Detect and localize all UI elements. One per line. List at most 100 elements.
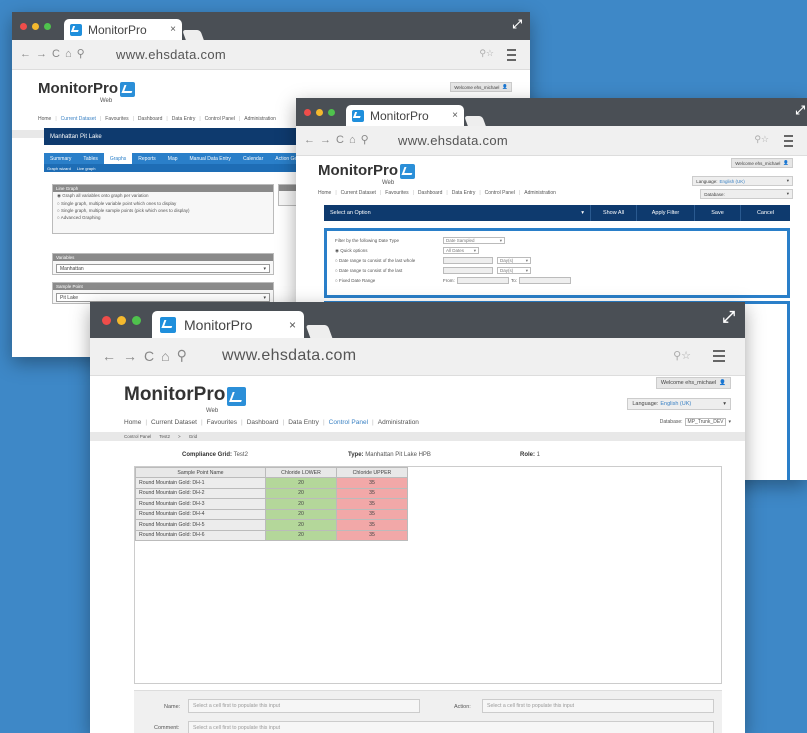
sublink-live-graph[interactable]: Live graph [77, 166, 96, 171]
maximize-window-button[interactable] [44, 22, 51, 30]
new-tab-button[interactable] [464, 116, 486, 126]
minimize-window-button[interactable] [117, 315, 126, 325]
from-input[interactable] [457, 277, 509, 284]
upper-cell[interactable]: 35 [336, 508, 408, 520]
browser-tab[interactable]: MonitorPro × [64, 19, 182, 40]
lower-cell[interactable]: 20 [265, 508, 337, 520]
nav-current-dataset[interactable]: Current Dataset [341, 190, 376, 196]
forward-arrow-icon[interactable]: → [123, 348, 137, 364]
close-window-button[interactable] [102, 315, 111, 325]
back-arrow-icon[interactable]: ← [102, 348, 116, 364]
sample-point-cell[interactable]: Round Mountain Gold: DH-1 [135, 477, 266, 489]
welcome-user[interactable]: Welcome ehs_michael 👤 [655, 377, 731, 389]
variables-select[interactable]: Manhattan ▾ [56, 264, 270, 273]
close-tab-icon[interactable]: × [289, 318, 296, 332]
graph-option-1[interactable]: ◉ Graph all variables onto graph per var… [53, 192, 273, 200]
hamburger-menu-icon[interactable] [713, 350, 725, 365]
tab-manual-data-entry[interactable]: Manual Data Entry [184, 153, 237, 164]
minimize-window-button[interactable] [316, 108, 323, 116]
to-input[interactable] [519, 277, 571, 284]
new-tab-button[interactable] [305, 325, 333, 338]
nav-dashboard[interactable]: Dashboard [138, 116, 162, 122]
url-text[interactable]: www.ehsdata.com [398, 133, 508, 148]
brand-logo[interactable]: MonitorPro Web [318, 162, 415, 186]
quick-options-select[interactable]: All Dates ▾ [443, 247, 479, 254]
nav-control-panel[interactable]: Control Panel [329, 419, 368, 426]
tab-summary[interactable]: Summary [44, 153, 77, 164]
sample-point-cell[interactable]: Round Mountain Gold: DH-3 [135, 498, 266, 510]
tab-tables[interactable]: Tables [77, 153, 103, 164]
nav-current-dataset[interactable]: Current Dataset [151, 419, 197, 426]
home-icon[interactable]: ⌂ [161, 348, 169, 364]
nav-favourites[interactable]: Favourites [207, 419, 237, 426]
last-input[interactable] [443, 267, 493, 274]
reload-icon[interactable]: C [144, 348, 154, 364]
home-icon[interactable]: ⌂ [65, 48, 72, 60]
nav-administration[interactable]: Administration [244, 116, 276, 122]
crumb-control-panel[interactable]: Control Panel [124, 434, 151, 439]
save-button[interactable]: Save [694, 205, 740, 221]
comment-input[interactable]: Select a cell first to populate this inp… [188, 721, 714, 733]
last-whole-radio[interactable]: ○ Date range to consist of the last whol… [335, 258, 415, 263]
expand-icon[interactable]: ⤢ [512, 17, 522, 32]
expand-icon[interactable]: ⤢ [722, 309, 735, 327]
nav-data-entry[interactable]: Data Entry [288, 419, 319, 426]
nav-home[interactable]: Home [318, 190, 331, 196]
lower-cell[interactable]: 20 [265, 498, 337, 510]
lower-cell[interactable]: 20 [265, 487, 337, 499]
date-type-select[interactable]: Date Sampled ▾ [443, 237, 505, 244]
sample-point-cell[interactable]: Round Mountain Gold: DH-6 [135, 529, 266, 541]
zoom-star-icon[interactable]: ⚲☆ [673, 349, 691, 362]
url-text[interactable]: www.ehsdata.com [222, 347, 356, 365]
show-all-button[interactable]: Show All [590, 205, 636, 221]
brand-logo[interactable]: MonitorPro Web [124, 384, 247, 414]
nav-home[interactable]: Home [124, 419, 141, 426]
nav-current-dataset[interactable]: Current Dataset [61, 116, 96, 122]
reload-icon[interactable]: C [336, 134, 344, 146]
last-unit-select[interactable]: Day(s) ▾ [497, 267, 531, 274]
name-input[interactable]: Select a cell first to populate this inp… [188, 699, 420, 713]
sample-point-cell[interactable]: Round Mountain Gold: DH-5 [135, 519, 266, 531]
apply-filter-button[interactable]: Apply Filter [636, 205, 694, 221]
sample-point-cell[interactable]: Round Mountain Gold: DH-2 [135, 487, 266, 499]
nav-favourites[interactable]: Favourites [385, 190, 408, 196]
brand-logo[interactable]: MonitorPro Web [38, 80, 135, 104]
last-whole-unit-select[interactable]: Day(s) ▾ [497, 257, 531, 264]
quick-options-radio[interactable]: ◉ Quick options [335, 248, 367, 254]
last-radio[interactable]: ○ Date range to consist of the last [335, 268, 402, 273]
lower-cell[interactable]: 20 [265, 519, 337, 531]
back-arrow-icon[interactable]: ← [304, 134, 315, 146]
select-option-dropdown[interactable]: Select an Option ▾ [324, 210, 590, 216]
close-window-button[interactable] [20, 22, 27, 30]
nav-administration[interactable]: Administration [378, 419, 419, 426]
nav-dashboard[interactable]: Dashboard [247, 419, 279, 426]
lower-cell[interactable]: 20 [265, 529, 337, 541]
close-tab-icon[interactable]: × [170, 24, 176, 35]
fixed-range-radio[interactable]: ○ Fixed Date Range [335, 278, 375, 283]
graph-option-3[interactable]: ○ Single graph, multiple sample points (… [53, 207, 273, 214]
nav-data-entry[interactable]: Data Entry [172, 116, 196, 122]
forward-arrow-icon[interactable]: → [36, 48, 47, 60]
nav-dashboard[interactable]: Dashboard [418, 190, 442, 196]
language-select[interactable]: Language: English (UK) ▾ [692, 176, 793, 186]
maximize-window-button[interactable] [132, 315, 141, 325]
welcome-user[interactable]: Welcome ehs_michael 👤 [450, 82, 512, 92]
upper-cell[interactable]: 35 [336, 498, 408, 510]
nav-home[interactable]: Home [38, 116, 51, 122]
close-window-button[interactable] [304, 108, 311, 116]
tab-reports[interactable]: Reports [132, 153, 162, 164]
home-icon[interactable]: ⌂ [349, 134, 356, 146]
upper-cell[interactable]: 35 [336, 529, 408, 541]
database-select[interactable]: Database: MP_Trunk_DEV ▾ [660, 418, 731, 426]
crumb-test2[interactable]: Test2 [159, 434, 170, 439]
graph-option-2[interactable]: ○ Single graph, multiple variable point … [53, 200, 273, 207]
last-whole-input[interactable] [443, 257, 493, 264]
browser-tab[interactable]: MonitorPro × [152, 311, 304, 338]
upper-cell[interactable]: 35 [336, 487, 408, 499]
tab-map[interactable]: Map [162, 153, 184, 164]
tab-calendar[interactable]: Calendar [237, 153, 269, 164]
sample-point-cell[interactable]: Round Mountain Gold: DH-4 [135, 508, 266, 520]
back-arrow-icon[interactable]: ← [20, 48, 31, 60]
lower-cell[interactable]: 20 [265, 477, 337, 489]
language-select[interactable]: Language: English (UK) ▾ [627, 398, 731, 410]
